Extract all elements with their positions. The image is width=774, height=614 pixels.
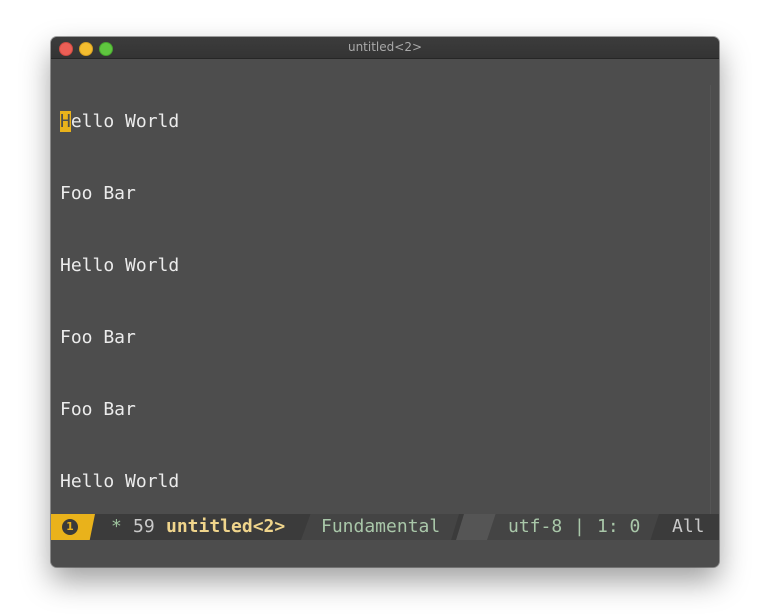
title-bar[interactable]: untitled<2> xyxy=(51,37,719,59)
window-title: untitled<2> xyxy=(347,40,423,54)
buffer-line[interactable]: Foo Bar xyxy=(60,326,179,350)
emacs-window: untitled<2> Hello World Foo Bar Hello Wo… xyxy=(51,37,719,567)
buffer-line[interactable]: Hello World xyxy=(60,110,179,134)
scroll-position: All xyxy=(672,516,705,537)
text-editor-area[interactable]: Hello World Foo Bar Hello World Foo Bar … xyxy=(51,59,719,533)
buffer-name[interactable]: untitled<2> xyxy=(166,514,285,540)
major-mode[interactable]: Fundamental xyxy=(321,514,440,540)
vertical-scrollbar[interactable] xyxy=(710,85,717,533)
mode-line[interactable]: 1 * 59 untitled<2> Fundamental utf-8 | 1… xyxy=(51,514,719,540)
text-cursor: H xyxy=(60,111,71,132)
window-number-badge: 1 xyxy=(62,519,78,535)
buffer-line[interactable]: Hello World xyxy=(60,254,179,278)
buffer-line[interactable]: Foo Bar xyxy=(60,398,179,422)
buffer-line[interactable]: Foo Bar xyxy=(60,182,179,206)
line-text: ello World xyxy=(70,111,180,132)
buffer-lines[interactable]: Hello World Foo Bar Hello World Foo Bar … xyxy=(60,62,179,542)
cursor-position: 1: 0 xyxy=(597,516,641,537)
echo-area[interactable] xyxy=(51,540,719,567)
buffer-size: 59 xyxy=(133,516,155,537)
segment-separator: | xyxy=(574,516,585,537)
file-encoding[interactable]: utf-8 xyxy=(508,514,562,540)
modified-indicator: * xyxy=(111,516,122,537)
buffer-line[interactable]: Hello World xyxy=(60,470,179,494)
